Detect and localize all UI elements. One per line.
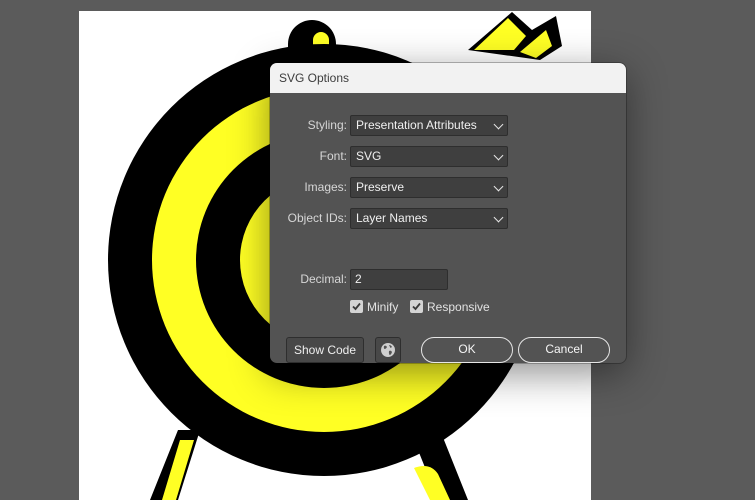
cancel-button[interactable]: Cancel bbox=[518, 337, 610, 363]
decimal-label: Decimal: bbox=[300, 272, 347, 286]
font-select[interactable]: SVG bbox=[350, 146, 508, 167]
decimal-input[interactable]: 2 bbox=[350, 269, 448, 290]
minify-checkbox[interactable] bbox=[350, 300, 363, 313]
styling-label: Styling: bbox=[307, 118, 347, 132]
chevron-down-icon bbox=[493, 119, 504, 130]
styling-select-value: Presentation Attributes bbox=[356, 118, 477, 132]
dialog-body: Styling: Presentation Attributes Font: S… bbox=[270, 93, 626, 363]
images-select-value: Preserve bbox=[356, 180, 405, 194]
checkmark-icon bbox=[412, 302, 421, 311]
font-select-value: SVG bbox=[356, 149, 382, 163]
object-ids-select-value: Layer Names bbox=[356, 211, 428, 225]
styling-select[interactable]: Presentation Attributes bbox=[350, 115, 508, 136]
images-label: Images: bbox=[304, 180, 347, 194]
minify-label[interactable]: Minify bbox=[367, 297, 398, 317]
chevron-down-icon bbox=[493, 212, 504, 223]
show-code-button[interactable]: Show Code bbox=[286, 337, 364, 363]
web-preview-button[interactable] bbox=[375, 337, 401, 363]
images-select[interactable]: Preserve bbox=[350, 177, 508, 198]
responsive-checkbox[interactable] bbox=[410, 300, 423, 313]
object-ids-select[interactable]: Layer Names bbox=[350, 208, 508, 229]
chevron-down-icon bbox=[493, 150, 504, 161]
object-ids-label: Object IDs: bbox=[287, 211, 347, 225]
font-label: Font: bbox=[319, 149, 347, 163]
checkmark-icon bbox=[352, 302, 361, 311]
dialog-title[interactable]: SVG Options bbox=[270, 63, 626, 93]
globe-icon bbox=[381, 343, 395, 357]
svg-options-dialog: SVG Options Styling: Presentation Attrib… bbox=[270, 63, 626, 363]
responsive-label[interactable]: Responsive bbox=[427, 297, 490, 317]
chevron-down-icon bbox=[493, 181, 504, 192]
ok-button[interactable]: OK bbox=[421, 337, 513, 363]
